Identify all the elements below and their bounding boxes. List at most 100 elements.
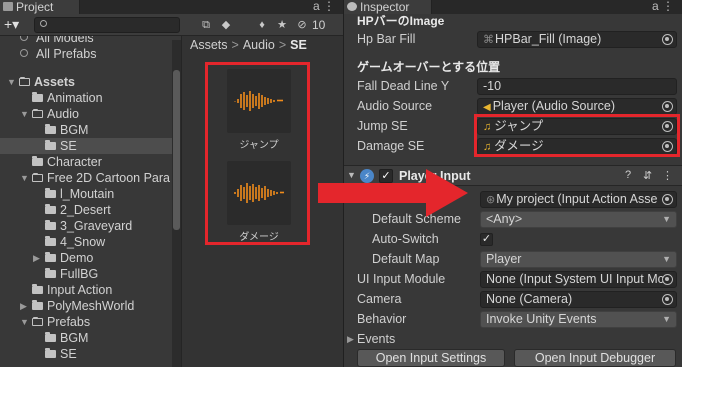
object-picker-icon[interactable] (662, 274, 673, 285)
folder-label: Prefabs (47, 315, 91, 329)
folder-label: 2_Desert (60, 203, 111, 217)
folder-icon (45, 188, 56, 198)
folder-label: Free 2D Cartoon Para (47, 171, 170, 185)
folder-label: Audio (47, 107, 79, 121)
folder-tree-item[interactable]: ▼ Free 2D Cartoon Para (0, 170, 181, 186)
camera-field[interactable]: None (Camera) (480, 291, 677, 308)
create-button[interactable]: +▾ (4, 16, 19, 33)
folder-tree-item[interactable]: ▶ Demo (0, 250, 181, 266)
audio-source-field[interactable]: ◀ Player (Audio Source) (477, 98, 677, 115)
field-label: Auto-Switch (372, 232, 439, 246)
expanded-arrow-icon[interactable]: ▼ (20, 106, 29, 122)
scrollbar-thumb[interactable] (173, 70, 180, 230)
folder-icon (45, 124, 56, 134)
object-picker-icon[interactable] (662, 294, 673, 305)
hp-bar-fill-row: Hp Bar Fill ⌘HPBar_Fill (Image) (344, 29, 682, 49)
folder-icon (32, 92, 43, 102)
project-tab-bar: Project a ⋮ (0, 0, 343, 14)
expanded-arrow-icon[interactable]: ▼ (20, 170, 29, 186)
folder-tree-item[interactable]: ▼ Audio (0, 106, 181, 122)
folder-tree-item[interactable]: Character (0, 154, 181, 170)
open-input-debugger-button[interactable]: Open Input Debugger (514, 349, 676, 367)
folder-tree-item[interactable]: FullBG (0, 266, 181, 282)
folder-label: 3_Graveyard (60, 219, 133, 233)
folder-icon (45, 220, 56, 230)
folder-label: l_Moutain (60, 187, 115, 201)
object-picker-icon[interactable] (662, 101, 673, 112)
events-row[interactable]: ▶ Events (344, 329, 682, 349)
header-hp-bar: HPバーのImage (344, 11, 682, 31)
open-input-settings-button[interactable]: Open Input Settings (357, 349, 505, 367)
field-value: HPBar_Fill (Image) (495, 32, 602, 46)
folder-tree-item[interactable]: Animation (0, 90, 181, 106)
expanded-arrow-icon[interactable]: ▼ (20, 314, 29, 330)
collapsed-arrow-icon[interactable]: ▶ (33, 250, 40, 266)
field-value: Player (486, 252, 522, 266)
search-by-type-icon[interactable]: ⧉ (198, 17, 214, 33)
default-scheme-dropdown[interactable]: <Any> ▼ (480, 211, 677, 228)
tree-scrollbar[interactable] (172, 40, 181, 367)
help-icon[interactable]: ? (625, 169, 631, 181)
folder-icon (45, 332, 56, 342)
folder-icon (3, 2, 13, 11)
ui-input-module-field[interactable]: None (Input System UI Input Mc (480, 271, 677, 288)
object-picker-icon[interactable] (662, 34, 673, 45)
folder-label: Demo (60, 251, 94, 265)
kebab-menu-icon[interactable]: ⋮ (662, 169, 673, 182)
chevron-down-icon: ▼ (662, 254, 671, 264)
project-tab[interactable]: Project (0, 0, 80, 14)
field-label: Jump SE (357, 119, 408, 133)
object-picker-icon[interactable] (662, 194, 673, 205)
folder-label: Input Action (47, 283, 113, 297)
section-header: ゲームオーバーとする位置 (357, 60, 501, 74)
breadcrumb-item[interactable]: Assets (190, 38, 228, 52)
folder-tree-item[interactable]: 4_Snow (0, 234, 181, 250)
actions-field[interactable]: ⊛My project (Input Action Asse (480, 191, 677, 208)
folder-tree-item[interactable]: ▼ Prefabs (0, 314, 181, 330)
folder-tree-item[interactable]: 3_Graveyard (0, 218, 181, 234)
folder-icon (32, 156, 43, 166)
folder-tree-item[interactable]: Input Action (0, 282, 181, 298)
open-folder-icon (19, 77, 30, 86)
folder-icon (45, 236, 56, 246)
expanded-arrow-icon[interactable]: ▼ (7, 74, 16, 90)
folder-icon (32, 300, 43, 310)
auto-switch-checkbox[interactable]: ✓ (480, 233, 493, 246)
project-tab-label: Project (16, 0, 54, 14)
breadcrumb-item[interactable]: Audio (243, 38, 275, 52)
auto-switch-row: Auto-Switch ✓ (344, 229, 682, 249)
favorite-star-icon[interactable]: ★ (274, 17, 290, 33)
chevron-down-icon: ▼ (662, 314, 671, 324)
image-icon: ⌘ (483, 34, 494, 46)
folder-tree-item[interactable]: ▼ Assets (0, 74, 181, 90)
folder-tree-item[interactable]: l_Moutain (0, 186, 181, 202)
default-map-dropdown[interactable]: Player ▼ (480, 251, 677, 268)
folder-icon (32, 284, 43, 294)
field-label: Camera (357, 292, 402, 306)
favorite-item[interactable]: All Prefabs (0, 46, 181, 62)
folder-tree-item[interactable]: ▶ PolyMeshWorld (0, 298, 181, 314)
lock-menu-icon[interactable]: a ⋮ (313, 0, 335, 13)
behavior-dropdown[interactable]: Invoke Unity Events ▼ (480, 311, 677, 328)
field-label: Damage SE (357, 139, 425, 153)
folder-tree-item[interactable]: BGM (0, 330, 181, 346)
foldout-arrow-icon[interactable]: ▶ (347, 329, 354, 349)
filter-by-label-icon[interactable]: ◆ (218, 17, 234, 33)
hp-bar-fill-field[interactable]: ⌘HPBar_Fill (Image) (477, 31, 677, 48)
folder-tree-item[interactable]: BGM (0, 122, 181, 138)
tag-icon[interactable]: ♦ (254, 17, 270, 33)
folder-label: BGM (60, 123, 89, 137)
preset-icon[interactable]: ⇵ (643, 169, 652, 182)
search-input[interactable] (34, 17, 180, 33)
fall-dead-line-field[interactable]: -10 (477, 78, 677, 95)
folder-tree-item[interactable]: SE (0, 346, 181, 362)
folder-tree-item[interactable]: 2_Desert (0, 202, 181, 218)
field-value: Player (Audio Source) (492, 99, 615, 113)
folder-tree-item[interactable]: SE (0, 138, 181, 154)
hidden-packages-icon[interactable]: ⊘ (294, 17, 310, 33)
search-icon (40, 20, 47, 27)
field-value: None (Camera) (486, 292, 573, 306)
events-foldout[interactable]: Events (357, 329, 395, 349)
favorite-item[interactable]: All Models (0, 36, 181, 46)
collapsed-arrow-icon[interactable]: ▶ (20, 298, 27, 314)
